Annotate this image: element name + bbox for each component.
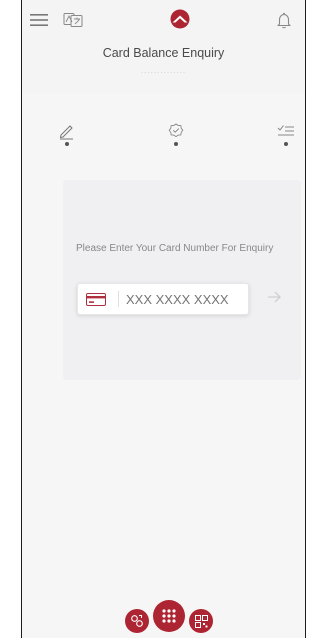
bank-logo	[169, 8, 191, 30]
transfer-icon	[131, 615, 143, 627]
card-number-input[interactable]	[126, 289, 244, 309]
step-2-dot	[174, 142, 178, 146]
step-2-verify	[166, 122, 186, 150]
card-number-prompt: Please Enter Your Card Number For Enquir…	[76, 243, 274, 254]
app-frame: Card Balance Enquiry .............. Plea…	[21, 0, 306, 638]
submit-arrow-button[interactable]	[266, 290, 282, 309]
qr-button[interactable]	[189, 609, 213, 633]
pen-icon	[59, 125, 73, 140]
translate-button[interactable]	[62, 11, 84, 29]
menu-icon	[30, 14, 48, 26]
verify-icon	[168, 123, 184, 138]
step-1-enter-card	[57, 122, 77, 150]
field-divider	[118, 291, 119, 307]
bank-logo-icon	[170, 9, 190, 29]
top-bar	[22, 0, 305, 40]
step-3-dot	[284, 142, 288, 146]
credit-card-icon	[86, 293, 106, 306]
arrow-right-icon	[268, 291, 281, 303]
main-menu-button[interactable]	[153, 600, 185, 632]
list-check-icon	[277, 125, 294, 136]
menu-button[interactable]	[29, 12, 49, 28]
step-1-dot	[65, 142, 69, 146]
bell-icon	[277, 12, 291, 28]
qr-icon	[194, 614, 208, 628]
translate-icon	[63, 13, 83, 27]
page-title: Card Balance Enquiry	[102, 46, 225, 60]
transfer-button[interactable]	[125, 609, 149, 633]
card-number-field[interactable]	[77, 283, 249, 315]
title-underline: ..............	[140, 66, 187, 75]
notifications-button[interactable]	[275, 10, 293, 30]
step-3-result	[276, 122, 296, 150]
grid-menu-icon	[162, 609, 176, 623]
card-input-panel	[63, 180, 301, 380]
bottom-nav	[22, 600, 305, 638]
